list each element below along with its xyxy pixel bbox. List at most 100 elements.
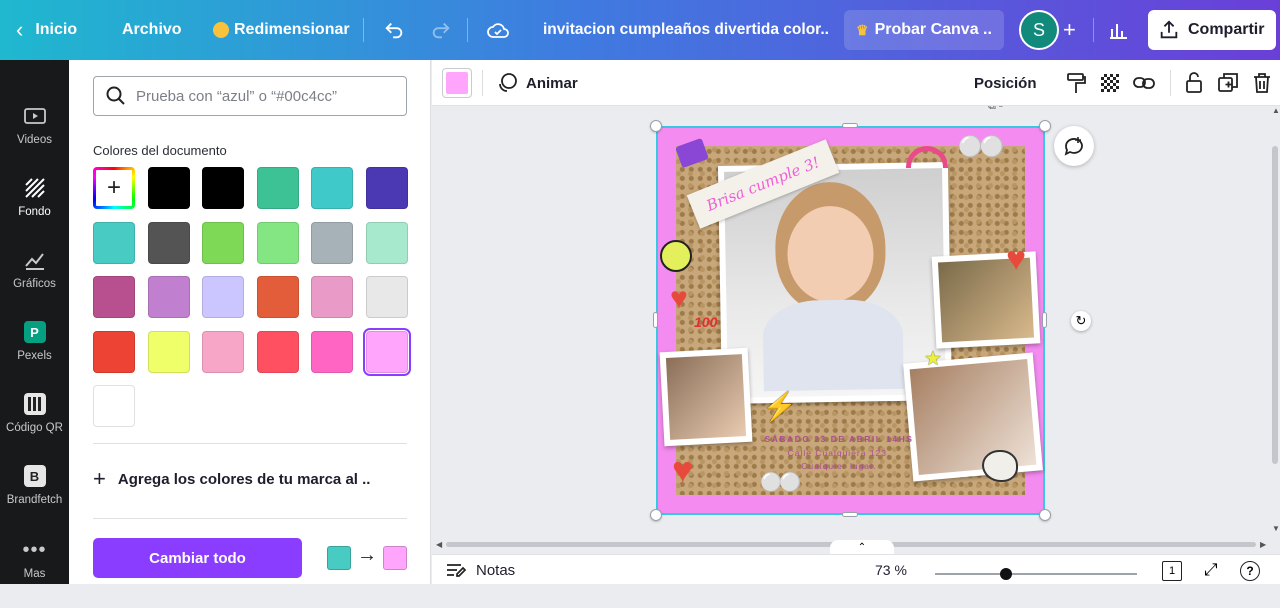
rotate-icon[interactable]: ↻	[1071, 311, 1091, 331]
trash-icon[interactable]	[1250, 71, 1274, 95]
page-count-button[interactable]: 1	[1162, 561, 1182, 581]
color-search-input[interactable]: Prueba con “azul” o “#00c4cc”	[93, 76, 407, 116]
color-swatch[interactable]	[256, 330, 299, 373]
mother-photo	[909, 359, 1037, 475]
scroll-up-icon[interactable]: ▲	[1272, 106, 1280, 115]
back-home-button[interactable]: ‹ Inicio	[16, 0, 77, 60]
try-canva-pro-button[interactable]: ♛ Probar Canva ..	[844, 10, 1004, 50]
resize-handle-top-left[interactable]	[650, 120, 662, 132]
heart-sticker-bottom[interactable]: ♥	[672, 452, 693, 488]
redo-icon[interactable]	[429, 18, 453, 42]
mother-photo-frame[interactable]	[903, 352, 1043, 482]
position-button[interactable]: Posición	[974, 60, 1037, 106]
color-swatch[interactable]	[147, 276, 190, 318]
color-swatch[interactable]	[93, 221, 135, 264]
lightning-sticker[interactable]: ⚡	[762, 390, 797, 423]
cloud-saved-icon[interactable]	[486, 18, 510, 42]
color-swatch[interactable]	[365, 276, 408, 318]
color-swatch[interactable]	[256, 167, 299, 209]
current-color-fill	[446, 72, 468, 94]
rail-item-background[interactable]: Fondo	[0, 176, 69, 246]
palette-sticker[interactable]	[982, 450, 1018, 482]
link-icon[interactable]	[1132, 71, 1156, 95]
rail-item-pexels[interactable]: P Pexels	[0, 320, 69, 390]
animate-button[interactable]: Animar	[526, 60, 578, 106]
resize-handle-bottom-right[interactable]	[1039, 509, 1051, 521]
resize-handle-right[interactable]	[1042, 312, 1047, 328]
resize-handle-top[interactable]	[842, 123, 858, 128]
color-swatch[interactable]	[311, 276, 353, 318]
hundred-sticker[interactable]: 100	[694, 314, 717, 330]
vertical-scrollbar[interactable]	[1272, 146, 1278, 464]
address-line-1[interactable]: Calle Cualquiera 123,	[754, 448, 924, 458]
current-color-button[interactable]	[442, 68, 472, 98]
fullscreen-icon[interactable]: ⤢	[1204, 560, 1218, 580]
help-icon[interactable]: ?	[1240, 561, 1260, 581]
scroll-right-icon[interactable]: ▶	[1260, 540, 1266, 549]
event-date-text[interactable]: SÁBADO 23 DE ABRIL 14HS	[754, 434, 924, 444]
design-page[interactable]: Brisa cumple 3! SÁBADO 23 DE ABRIL 14HS …	[656, 126, 1045, 515]
color-swatch[interactable]	[202, 167, 244, 209]
scroll-left-icon[interactable]: ◀	[436, 540, 442, 549]
page-controls-icon[interactable]: ⧉ ▫	[988, 106, 1003, 113]
color-swatch[interactable]	[256, 221, 299, 264]
rail-item-qr-code[interactable]: Código QR	[0, 392, 69, 462]
undo-icon[interactable]	[382, 18, 406, 42]
color-swatch[interactable]	[147, 167, 190, 209]
insights-chart-icon[interactable]	[1107, 18, 1131, 42]
resize-handle-bottom-left[interactable]	[650, 509, 662, 521]
color-swatch[interactable]	[93, 330, 135, 373]
graphics-icon	[23, 248, 47, 272]
eyes-sticker-bottom[interactable]: ⚪⚪	[760, 472, 802, 493]
zoom-slider-thumb[interactable]	[999, 568, 1012, 580]
color-swatch[interactable]	[311, 167, 353, 209]
resize-button[interactable]: Redimensionar	[213, 0, 350, 60]
color-swatch[interactable]	[256, 276, 299, 318]
resize-handle-left[interactable]	[653, 312, 658, 328]
color-swatch[interactable]	[362, 327, 411, 376]
color-swatch[interactable]	[365, 167, 408, 209]
heart-sticker[interactable]: ♥	[670, 284, 704, 314]
duplicate-icon[interactable]	[1216, 71, 1240, 95]
lock-icon[interactable]	[1182, 71, 1206, 95]
eyes-sticker[interactable]: ⚪⚪	[958, 134, 1005, 159]
change-all-button[interactable]: Cambiar todo	[93, 538, 302, 578]
color-swatch[interactable]	[147, 330, 190, 373]
scroll-down-icon[interactable]: ▼	[1272, 524, 1280, 533]
add-brand-colors-button[interactable]: + Agrega los colores de tu marca al ..	[93, 466, 370, 492]
pages-expand-button[interactable]: ⌃	[830, 540, 894, 554]
transparency-icon[interactable]	[1098, 71, 1122, 95]
color-swatch[interactable]	[147, 221, 190, 264]
add-collaborator-icon[interactable]: +	[1063, 0, 1076, 60]
color-swatch[interactable]	[311, 221, 353, 264]
star-sticker[interactable]: ★	[924, 346, 942, 371]
canvas-area[interactable]: ⧉ ▫ Brisa cumple 3! SÁBADO 23 DE ABRIL 1…	[432, 106, 1280, 554]
color-swatch[interactable]	[365, 221, 408, 264]
rail-item-graphics[interactable]: Gráficos	[0, 248, 69, 318]
add-color-button[interactable]: +	[93, 167, 135, 209]
heart-sticker-right[interactable]: ♥	[1006, 242, 1026, 276]
add-comment-button[interactable]	[1054, 126, 1094, 166]
rail-item-more[interactable]: ••• Mas	[0, 538, 69, 608]
address-line-2[interactable]: Cualquier lugar.	[754, 461, 924, 471]
color-swatch[interactable]	[202, 276, 244, 318]
color-swatch[interactable]	[202, 330, 244, 373]
color-swatch[interactable]	[93, 276, 135, 318]
file-menu-button[interactable]: Archivo	[122, 0, 182, 60]
rail-item-videos[interactable]: Videos	[0, 104, 69, 174]
notes-button[interactable]: Notas	[446, 555, 515, 585]
paint-roller-icon[interactable]	[1064, 71, 1088, 95]
color-swatch[interactable]	[202, 221, 244, 264]
color-swatch[interactable]	[93, 385, 135, 427]
resize-handle-top-right[interactable]	[1039, 120, 1051, 132]
resize-handle-bottom[interactable]	[842, 512, 858, 517]
share-button[interactable]: Compartir	[1148, 10, 1276, 50]
family-photo-frame[interactable]	[659, 347, 753, 447]
rail-item-brandfetch[interactable]: B Brandfetch	[0, 464, 69, 534]
smiley-sticker[interactable]	[660, 240, 692, 272]
color-swatch[interactable]	[311, 330, 353, 373]
avatar[interactable]: S	[1019, 10, 1059, 50]
zoom-slider-track[interactable]	[935, 568, 1137, 580]
zoom-level[interactable]: 73 %	[875, 555, 907, 585]
document-title[interactable]: invitacion cumpleaños divertida color..	[543, 0, 829, 60]
